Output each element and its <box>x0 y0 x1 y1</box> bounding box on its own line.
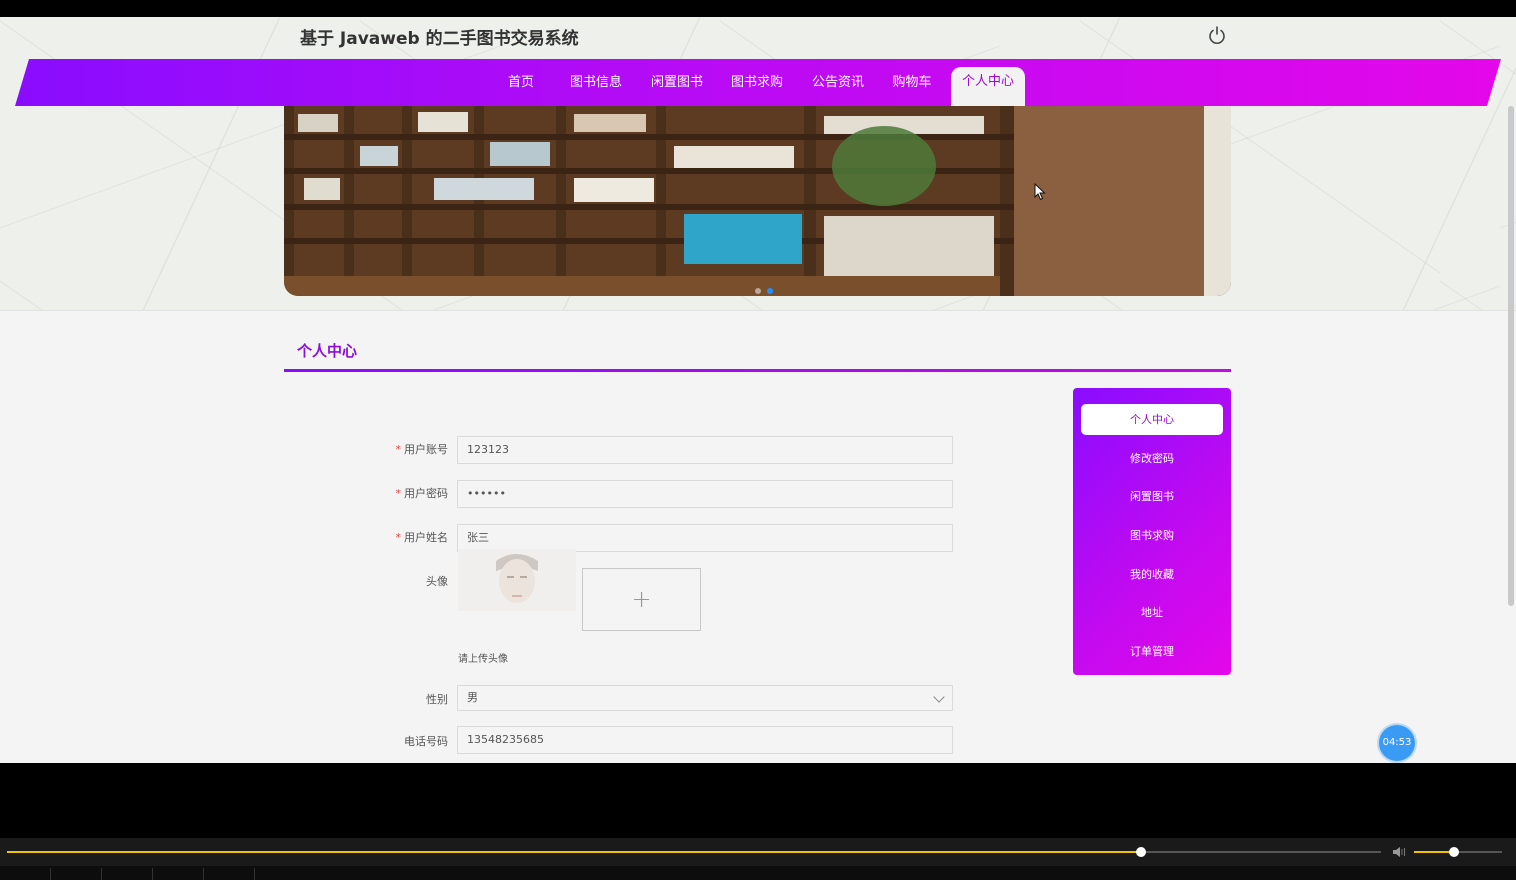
section-title: 个人中心 <box>297 342 358 360</box>
gender-label: 性别 <box>426 693 448 706</box>
avatar-upload-button[interactable]: + <box>582 568 701 631</box>
volume-knob[interactable] <box>1448 847 1459 857</box>
required-asterisk: * <box>395 531 402 544</box>
sidebar-item-favorites[interactable]: 我的收藏 <box>1081 559 1223 590</box>
gender-select[interactable]: 男 <box>457 685 953 711</box>
taskbar-divider <box>254 868 255 880</box>
nav-item-home[interactable]: 首页 <box>501 59 541 106</box>
taskbar-divider <box>152 868 153 880</box>
banner-carousel[interactable] <box>284 106 1231 296</box>
account-input[interactable]: 123123 <box>457 436 953 464</box>
password-label: * 用户密码 <box>395 487 449 500</box>
carousel-dot-2[interactable] <box>767 288 773 294</box>
taskbar-divider <box>203 868 204 880</box>
page: 基于 Javaweb 的二手图书交易系统 首页 图书信息 闲置图书 图书求购 公… <box>0 17 1516 763</box>
account-label: * 用户账号 <box>395 443 449 456</box>
progress-fill <box>7 851 1141 853</box>
nav-item-cart[interactable]: 购物车 <box>888 59 936 106</box>
video-player-controls <box>0 838 1516 866</box>
avatar-preview-image[interactable] <box>458 549 576 611</box>
sidebar-item-book-wanted[interactable]: 图书求购 <box>1081 520 1223 551</box>
timer-badge: 04:53 <box>1379 725 1415 761</box>
taskbar-divider <box>50 868 51 880</box>
gender-selected-value: 男 <box>467 691 478 704</box>
profile-sidebar: 个人中心 修改密码 闲置图书 图书求购 我的收藏 地址 订单管理 <box>1073 388 1231 675</box>
volume-fill <box>1414 851 1454 853</box>
sidebar-item-change-password[interactable]: 修改密码 <box>1081 443 1223 474</box>
sidebar-item-address[interactable]: 地址 <box>1081 597 1223 628</box>
nav-item-profile[interactable]: 个人中心 <box>951 67 1025 106</box>
avatar-label: 头像 <box>426 575 448 588</box>
upload-hint: 请上传头像 <box>458 654 508 665</box>
page-scrollbar[interactable] <box>1508 106 1514 606</box>
avatar-photo <box>458 549 576 611</box>
taskbar <box>0 866 1516 880</box>
nav-item-book-info[interactable]: 图书信息 <box>566 59 626 106</box>
logout-power-icon[interactable] <box>1207 25 1227 45</box>
nav-item-announcements[interactable]: 公告资讯 <box>808 59 868 106</box>
carousel-indicators <box>755 279 779 298</box>
plus-icon: + <box>631 585 652 613</box>
name-label: * 用户姓名 <box>395 531 449 544</box>
progress-track[interactable] <box>7 847 1381 857</box>
name-input[interactable]: 张三 <box>457 524 953 552</box>
section-divider <box>284 369 1231 372</box>
taskbar-divider <box>101 868 102 880</box>
chevron-down-icon <box>933 691 945 703</box>
site-title: 基于 Javaweb 的二手图书交易系统 <box>300 29 579 49</box>
password-input[interactable]: •••••• <box>457 480 953 508</box>
carousel-dot-1[interactable] <box>755 288 761 294</box>
nav-item-idle-books[interactable]: 闲置图书 <box>647 59 707 106</box>
progress-knob[interactable] <box>1135 847 1146 857</box>
nav-item-book-wanted[interactable]: 图书求购 <box>727 59 787 106</box>
main-nav: 首页 图书信息 闲置图书 图书求购 公告资讯 购物车 个人中心 <box>15 59 1501 106</box>
bookshelf-banner-image <box>284 106 1231 296</box>
sidebar-item-idle-books[interactable]: 闲置图书 <box>1081 481 1223 512</box>
mouse-cursor-icon <box>1034 183 1046 201</box>
required-asterisk: * <box>395 443 402 456</box>
required-asterisk: * <box>395 487 402 500</box>
phone-input[interactable]: 13548235685 <box>457 726 953 754</box>
volume-icon[interactable] <box>1392 846 1408 858</box>
sidebar-item-profile[interactable]: 个人中心 <box>1081 404 1223 435</box>
volume-track[interactable] <box>1414 847 1502 857</box>
sidebar-item-orders[interactable]: 订单管理 <box>1081 636 1223 667</box>
phone-label: 电话号码 <box>404 735 448 748</box>
